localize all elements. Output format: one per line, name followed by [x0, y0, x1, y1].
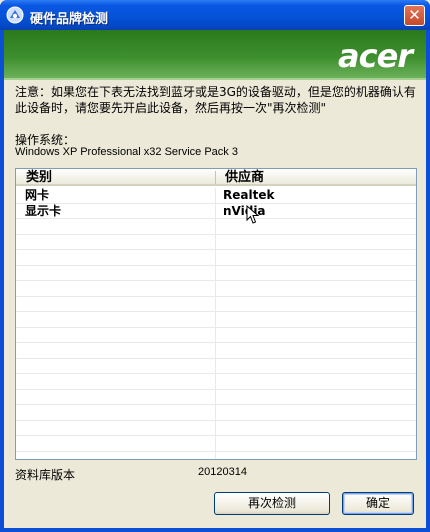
- column-separator[interactable]: [215, 171, 216, 184]
- rescan-button[interactable]: 再次检测: [214, 492, 330, 515]
- empty-row: [16, 312, 416, 328]
- database-version-label: 资料库版本: [15, 468, 76, 482]
- column-header-vendor[interactable]: 供应商: [225, 169, 264, 186]
- column-header-category[interactable]: 类别: [26, 169, 52, 186]
- empty-row: [16, 297, 416, 312]
- empty-row: [16, 250, 416, 266]
- empty-row: [16, 328, 416, 343]
- os-value: Windows XP Professional x32 Service Pack…: [15, 146, 238, 158]
- cell-vendor: Realtek: [223, 188, 275, 202]
- ok-button[interactable]: 确定: [342, 492, 414, 515]
- mouse-cursor-icon: [246, 205, 260, 224]
- database-version-value: 20120314: [198, 466, 247, 478]
- table-row[interactable]: 显示卡 nVidia: [16, 203, 416, 219]
- acer-logo: acer: [338, 37, 413, 75]
- empty-row: [16, 281, 416, 297]
- empty-row: [16, 390, 416, 405]
- close-icon: ✕: [408, 6, 421, 24]
- empty-row: [16, 436, 416, 452]
- empty-row: [16, 343, 416, 359]
- detection-window: 硬件品牌检测 ✕ acer 注意：如果您在下表无法找到蓝牙或是3G的设备驱动，但…: [0, 0, 430, 532]
- empty-row: [16, 421, 416, 436]
- empty-row: [16, 359, 416, 374]
- notice-text: 注意：如果您在下表无法找到蓝牙或是3G的设备驱动，但是您的机器确认有此设备时，请…: [15, 85, 416, 115]
- list-rows: 网卡 Realtek 显示卡 nVidia: [16, 188, 416, 452]
- cell-category: 网卡: [25, 188, 50, 202]
- banner-divider: [4, 78, 426, 80]
- close-button[interactable]: ✕: [404, 5, 425, 26]
- empty-row: [16, 266, 416, 281]
- acer-banner: acer: [4, 30, 426, 80]
- empty-row: [16, 219, 416, 235]
- window-title: 硬件品牌检测: [30, 12, 109, 27]
- title-bar[interactable]: 硬件品牌检测 ✕: [0, 0, 430, 30]
- cell-category: 显示卡: [25, 203, 62, 218]
- empty-row: [16, 405, 416, 421]
- window-client-area: acer 注意：如果您在下表无法找到蓝牙或是3G的设备驱动，但是您的机器确认有此…: [4, 30, 426, 528]
- list-header: 类别 供应商: [16, 169, 416, 186]
- empty-row: [16, 235, 416, 250]
- table-row[interactable]: 网卡 Realtek: [16, 188, 416, 204]
- app-icon: [6, 6, 24, 24]
- hardware-list[interactable]: 类别 供应商 网卡 Realtek 显示卡 nVidia: [15, 168, 417, 460]
- empty-row: [16, 374, 416, 390]
